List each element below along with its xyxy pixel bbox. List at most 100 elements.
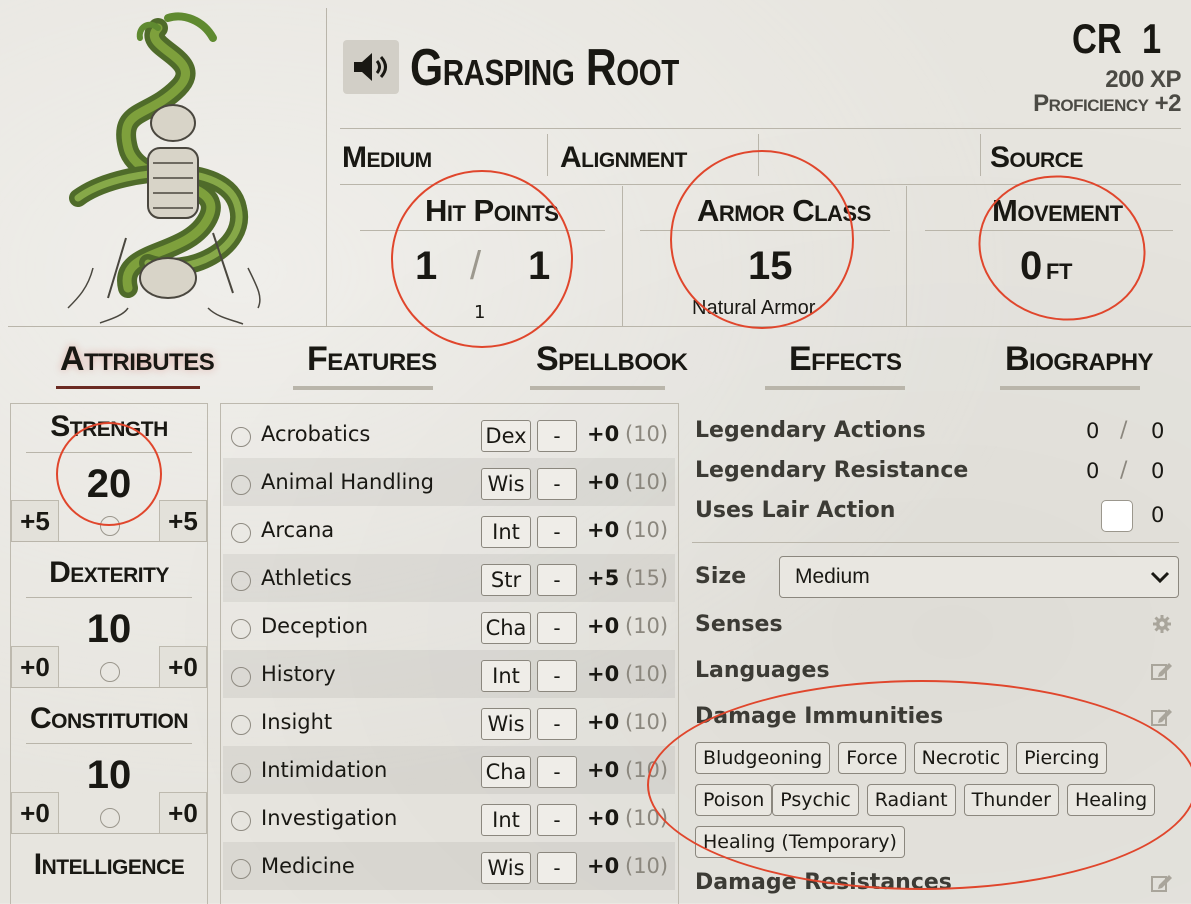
skill-modifier: +0 [587, 854, 620, 878]
skills-list: Acrobatics Dex - +0 (10) Animal Handling… [220, 403, 679, 904]
skill-bonus-input[interactable]: - [537, 612, 577, 644]
skill-bonus-input[interactable]: - [537, 420, 577, 452]
tab-spellbook[interactable]: Spellbook [536, 340, 688, 379]
legendary-resistance-value[interactable]: 0 [1086, 459, 1099, 483]
skill-row[interactable]: Acrobatics Dex - +0 (10) [223, 410, 675, 458]
damage-resistances-label: Damage Resistances [695, 870, 952, 895]
hp-temp[interactable]: 1 [474, 302, 485, 323]
legendary-actions-max[interactable]: 0 [1151, 419, 1164, 443]
tab-features[interactable]: Features [307, 340, 437, 379]
skill-name[interactable]: Athletics [261, 566, 352, 590]
save-proficiency-toggle[interactable] [100, 662, 120, 682]
skill-ability-select[interactable]: Dex [481, 420, 531, 452]
lair-action-value[interactable]: 0 [1151, 503, 1164, 527]
ability-name[interactable]: Dexterity [11, 556, 207, 590]
legendary-actions-value[interactable]: 0 [1086, 419, 1099, 443]
skill-bonus-input[interactable]: - [537, 660, 577, 692]
sound-button[interactable] [343, 40, 399, 94]
save-proficiency-toggle[interactable] [100, 516, 120, 536]
ability-save[interactable]: +0 [159, 646, 207, 688]
skill-proficiency-toggle[interactable] [231, 763, 251, 783]
ability-name[interactable]: Constitution [11, 702, 207, 736]
skill-ability-select[interactable]: Int [481, 516, 531, 548]
ability-name[interactable]: Intelligence [11, 848, 207, 882]
ability-save[interactable]: +0 [159, 792, 207, 834]
skill-modifier: +0 [587, 470, 620, 494]
hp-current[interactable]: 1 [415, 244, 437, 289]
trait-alignment[interactable]: Alignment [560, 141, 687, 175]
hp-max[interactable]: 1 [528, 244, 550, 289]
skill-row[interactable]: History Int - +0 (10) [223, 650, 675, 698]
skill-name[interactable]: Intimidation [261, 758, 387, 782]
skill-bonus-input[interactable]: - [537, 516, 577, 548]
trait-source[interactable]: Source [990, 141, 1083, 175]
tab-effects[interactable]: Effects [789, 340, 902, 379]
size-select[interactable]: Medium [779, 556, 1179, 598]
skill-ability-select[interactable]: Wis [481, 468, 531, 500]
skill-modifier: +0 [587, 710, 620, 734]
tag: Healing [1066, 784, 1156, 816]
skill-bonus-input[interactable]: - [537, 756, 577, 788]
tab-biography[interactable]: Biography [1005, 340, 1154, 379]
legendary-resistance-max[interactable]: 0 [1151, 459, 1164, 483]
skill-passive: (10) [625, 710, 669, 734]
skill-bonus-input[interactable]: - [537, 468, 577, 500]
tab-attributes[interactable]: Attributes [60, 340, 215, 379]
skill-row[interactable]: Athletics Str - +5 (15) [223, 554, 675, 602]
skill-row[interactable]: Insight Wis - +0 (10) [223, 698, 675, 746]
skill-ability-select[interactable]: Cha [481, 612, 531, 644]
skill-proficiency-toggle[interactable] [231, 523, 251, 543]
movement-label: Movement [992, 193, 1123, 228]
skill-name[interactable]: History [261, 662, 336, 686]
skill-row[interactable]: Intimidation Cha - +0 (10) [223, 746, 675, 794]
skill-name[interactable]: Medicine [261, 854, 355, 878]
edit-icon[interactable] [1151, 873, 1173, 893]
skill-ability-select[interactable]: Int [481, 804, 531, 836]
ac-value[interactable]: 15 [748, 244, 793, 289]
tag: Force [838, 742, 906, 774]
ability-save[interactable]: +5 [159, 500, 207, 542]
skill-row[interactable]: Medicine Wis - +0 (10) [223, 842, 675, 890]
skill-modifier: +0 [587, 662, 620, 686]
skill-proficiency-toggle[interactable] [231, 667, 251, 687]
skill-ability-select[interactable]: Wis [481, 708, 531, 740]
skill-row[interactable]: Animal Handling Wis - +0 (10) [223, 458, 675, 506]
skill-proficiency-toggle[interactable] [231, 475, 251, 495]
skill-ability-select[interactable]: Cha [481, 756, 531, 788]
creature-name[interactable]: Grasping Root [410, 38, 738, 98]
skill-name[interactable]: Arcana [261, 518, 334, 542]
skill-proficiency-toggle[interactable] [231, 715, 251, 735]
skill-proficiency-toggle[interactable] [231, 427, 251, 447]
skill-passive: (10) [625, 806, 669, 830]
lair-action-checkbox[interactable] [1101, 500, 1133, 532]
save-proficiency-toggle[interactable] [100, 808, 120, 828]
skill-name[interactable]: Animal Handling [261, 470, 434, 494]
skill-name[interactable]: Investigation [261, 806, 397, 830]
ability-mod: +5 [11, 500, 59, 542]
skill-bonus-input[interactable]: - [537, 564, 577, 596]
skill-bonus-input[interactable]: - [537, 708, 577, 740]
gear-icon[interactable] [1152, 614, 1172, 634]
trait-size[interactable]: Medium [342, 141, 432, 175]
movement-value[interactable]: 0 [1020, 244, 1042, 289]
skill-proficiency-toggle[interactable] [231, 619, 251, 639]
skill-proficiency-toggle[interactable] [231, 859, 251, 879]
skill-row[interactable]: Arcana Int - +0 (10) [223, 506, 675, 554]
skill-row[interactable]: Deception Cha - +0 (10) [223, 602, 675, 650]
skill-row[interactable]: Investigation Int - +0 (10) [223, 794, 675, 842]
skill-name[interactable]: Acrobatics [261, 422, 370, 446]
skill-bonus-input[interactable]: - [537, 852, 577, 884]
skill-ability-select[interactable]: Int [481, 660, 531, 692]
cr-value[interactable]: 1 [1142, 15, 1161, 63]
edit-icon[interactable] [1151, 707, 1173, 727]
ac-note[interactable]: Natural Armor [692, 297, 815, 320]
skill-name[interactable]: Insight [261, 710, 332, 734]
skill-ability-select[interactable]: Str [481, 564, 531, 596]
edit-icon[interactable] [1151, 661, 1173, 681]
skill-name[interactable]: Deception [261, 614, 368, 638]
skill-proficiency-toggle[interactable] [231, 571, 251, 591]
skill-bonus-input[interactable]: - [537, 804, 577, 836]
skill-ability-select[interactable]: Wis [481, 852, 531, 884]
skill-proficiency-toggle[interactable] [231, 811, 251, 831]
ability-name[interactable]: Strength [11, 410, 207, 444]
